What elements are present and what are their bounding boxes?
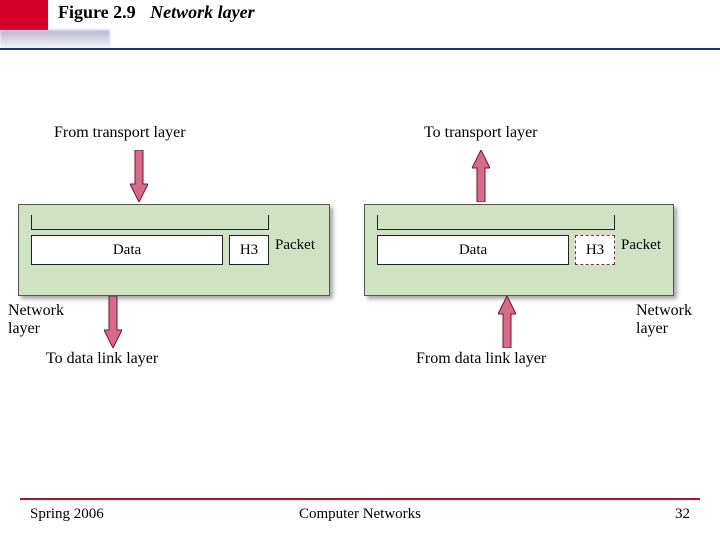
right-h3-box: H3 xyxy=(575,235,615,265)
footer: Spring 2006 Computer Networks 32 xyxy=(0,498,720,528)
figure-title: Network layer xyxy=(150,2,254,22)
left-from-transport-label: From transport layer xyxy=(54,124,186,142)
header-underline xyxy=(0,48,720,50)
left-to-datalink-label: To data link layer xyxy=(46,350,158,368)
right-arrow-up-out-of-network xyxy=(472,150,490,202)
right-packet-bracket xyxy=(377,215,615,230)
right-data-box: Data xyxy=(377,235,569,265)
left-packet-label: Packet xyxy=(275,237,315,254)
footer-page-number: 32 xyxy=(675,506,690,523)
left-h3-box: H3 xyxy=(229,235,269,265)
diagram-stage: From transport layer Data H3 Packet Netw… xyxy=(18,70,702,410)
right-from-datalink-label: From data link layer xyxy=(416,350,546,368)
right-to-transport-label: To transport layer xyxy=(424,124,538,142)
header-shadow-bar xyxy=(0,30,110,48)
footer-course-title: Computer Networks xyxy=(0,506,720,523)
right-packet-label: Packet xyxy=(621,237,661,254)
left-packet-bracket xyxy=(31,215,269,230)
left-arrow-down-into-network xyxy=(130,150,148,202)
header-accent-square xyxy=(0,0,48,30)
footer-divider xyxy=(20,498,700,500)
right-network-panel: Data H3 Packet xyxy=(364,204,674,296)
right-arrow-up-into-network xyxy=(498,296,516,348)
slide-title: Figure 2.9 Network layer xyxy=(58,2,255,23)
left-arrow-down-out-of-network xyxy=(104,296,122,348)
right-network-layer-label: Network layer xyxy=(636,302,716,337)
left-network-layer-label: Network layer xyxy=(8,302,88,337)
left-network-panel: Data H3 Packet xyxy=(18,204,330,296)
left-data-box: Data xyxy=(31,235,223,265)
figure-number: Figure 2.9 xyxy=(58,2,136,22)
